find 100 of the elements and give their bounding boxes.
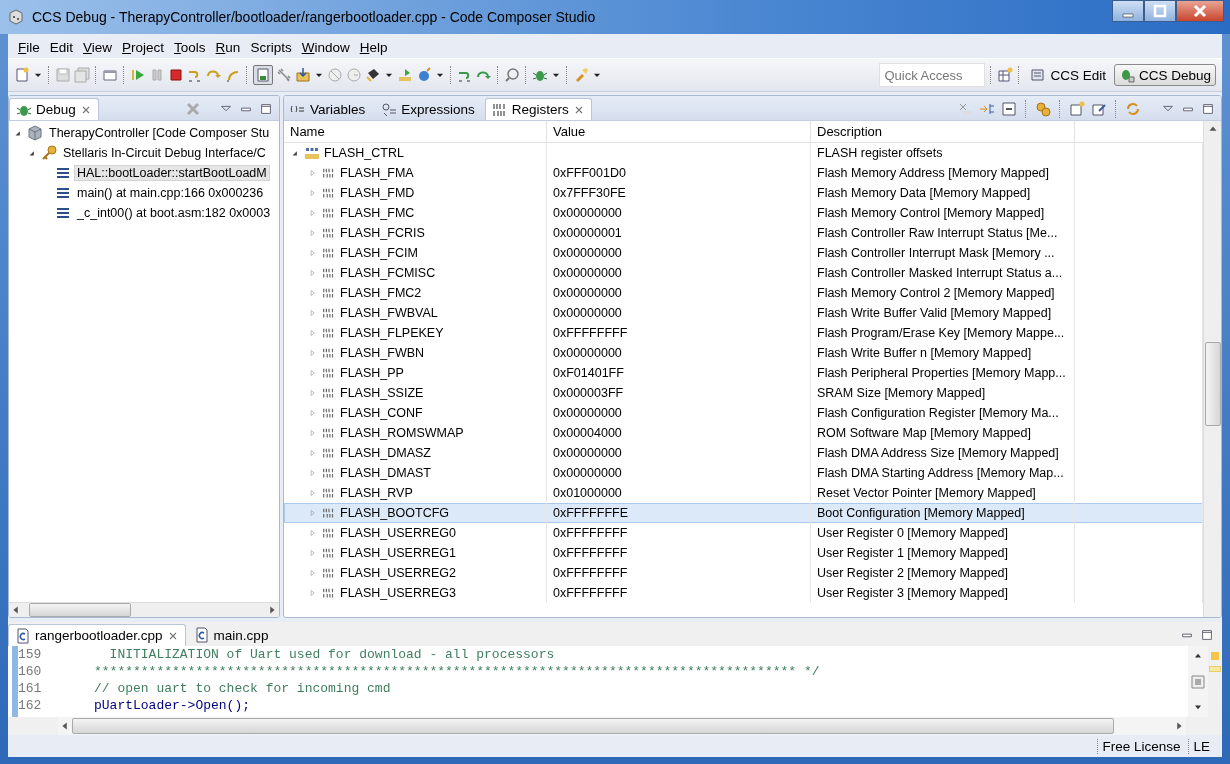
debug-tree-item[interactable]: HAL::bootLoader::startBootLoadM [75,166,269,180]
scroll-thumb-icon[interactable] [1190,673,1206,690]
register-description: User Register 1 [Memory Mapped] [817,546,1009,560]
debug-tree-item[interactable]: _c_int00() at boot.asm:182 0x0003 [75,206,273,220]
ball-icon[interactable] [416,67,432,83]
menu-item[interactable]: Window [296,39,355,55]
minimize-button[interactable] [1112,0,1144,22]
collapse-all-icon[interactable] [1001,101,1017,117]
register-description: FLASH register offsets [817,146,943,160]
cpp-file-icon [193,627,210,643]
search-icon[interactable] [504,67,520,83]
save-all-icon[interactable] [74,67,90,83]
register-value: 0x00000000 [553,206,622,220]
register-name: FLASH_SSIZE [340,386,424,400]
remove-all-icon[interactable] [185,101,201,117]
resume-icon[interactable] [130,67,146,83]
column-header[interactable]: Name [284,121,547,143]
connect-icon[interactable] [276,67,292,83]
register-description: User Register 3 [Memory Mapped] [817,586,1009,600]
expressions-icon [381,101,398,117]
register-description: Flash Controller Masked Interrupt Status a... [817,266,1063,280]
register-value: 0xF01401FF [553,366,624,380]
register-description: SRAM Size [Memory Mapped] [817,386,986,400]
restart-icon[interactable] [397,67,413,83]
maximize-button[interactable] [1144,0,1176,22]
close-button[interactable] [1176,0,1224,22]
view-tab[interactable]: Variables [284,98,372,120]
register-name: FLASH_FCIM [340,246,418,260]
perspective-button[interactable]: CCS Debug [1113,64,1216,86]
maximize-icon[interactable] [1201,101,1215,117]
register-description: Flash Memory Control 2 [Memory Mapped] [817,286,1055,300]
perspective-button[interactable]: CCS Edit [1025,64,1111,86]
table-row[interactable]: FLASH_BOOTCFG 0xFFFFFFFE Boot Configuration [Memory Mapped] [284,503,1203,523]
register-name: FLASH_CTRL [324,146,404,160]
save-icon[interactable] [55,67,71,83]
overview-marker[interactable] [1209,666,1221,672]
debug-tab[interactable]: Debug [9,98,99,120]
column-header[interactable]: Value [547,121,811,143]
editor-tab[interactable]: rangerbootloader.cpp [8,624,186,646]
register-name: FLASH_FMC2 [340,286,422,300]
menu-item[interactable]: View [78,39,118,55]
column-header[interactable]: Description [811,121,1075,143]
gears-icon[interactable] [1035,101,1051,117]
debug-tree-item[interactable]: TherapyController [Code Composer Stu [47,126,272,140]
window-icon[interactable] [102,67,118,83]
view-tab[interactable]: Registers [484,98,592,120]
maximize-icon[interactable] [1200,627,1214,643]
quick-access-field[interactable]: Quick Access [879,63,986,87]
register-description: Boot Configuration [Memory Mapped] [817,506,1025,520]
register-description: Flash Memory Data [Memory Mapped] [817,186,1031,200]
register-name: FLASH_FCMISC [340,266,436,280]
register-value: 0x00000000 [553,406,622,420]
forward-icon[interactable] [979,101,995,117]
editor-tab[interactable]: main.cpp [187,624,275,646]
clear-icon[interactable] [957,101,973,117]
scrollbar-thumb[interactable] [29,603,131,617]
menu-item[interactable]: Scripts [245,39,297,55]
menu-item[interactable]: File [13,39,45,55]
register-value: 0xFFFFFFFF [553,586,628,600]
menu-item[interactable]: Edit [44,39,79,55]
view-tab[interactable]: Expressions [375,98,481,120]
menu-item[interactable]: Run [210,39,246,55]
line-number: 159 [18,646,43,663]
vertical-scrollbar[interactable] [1203,121,1221,617]
horizontal-scrollbar[interactable] [58,717,1186,735]
register-name: FLASH_USERREG0 [340,526,456,540]
editor-icon [1030,67,1047,83]
register-value: 0x00000000 [553,286,622,300]
menu-item[interactable]: Help [354,39,393,55]
vertical-scrollbar[interactable] [1188,646,1208,717]
register-description: Flash Configuration Register [Memory Ma... [817,406,1059,420]
scrollbar-thumb[interactable] [72,718,1114,734]
menu-item[interactable]: Tools [169,39,211,55]
debug-tree-item[interactable]: Stellaris In-Circuit Debug Interface/C [61,146,268,160]
open-perspective-icon[interactable] [997,67,1014,83]
refresh-icon[interactable] [1125,101,1141,117]
load-icon[interactable] [295,67,311,83]
maximize-icon[interactable] [259,101,273,117]
overview-marker[interactable] [1211,652,1219,660]
horizontal-scrollbar[interactable] [9,602,279,617]
edit-group-icon[interactable] [1091,101,1107,117]
register-description: Flash Write Buffer n [Memory Mapped] [817,346,1032,360]
debug-tree-item[interactable]: main() at main.cpp:166 0x000236 [75,186,266,200]
register-name: FLASH_FMA [340,166,414,180]
register-description: Flash DMA Address Size [Memory Mapped] [817,446,1059,460]
register-value: 0x00000001 [553,226,622,240]
new-group-icon[interactable] [1069,101,1085,117]
register-name: FLASH_DMAST [340,466,431,480]
line-number: 162 [18,697,43,714]
register-name: FLASH_USERREG2 [340,566,456,580]
register-name: FLASH_CONF [340,406,423,420]
register-value: 0xFFFFFFFE [553,506,628,520]
register-name: FLASH_BOOTCFG [340,506,450,520]
menu-item[interactable]: Project [117,39,170,55]
scrollbar-thumb[interactable] [1204,342,1221,426]
status-item: LE [1188,738,1210,754]
code-comment: ****************************************************************************************** */ [94,663,821,680]
terminate-icon[interactable] [168,67,184,83]
close-icon[interactable] [1192,3,1208,19]
register-description: ROM Software Map [Memory Mapped] [817,426,1031,440]
